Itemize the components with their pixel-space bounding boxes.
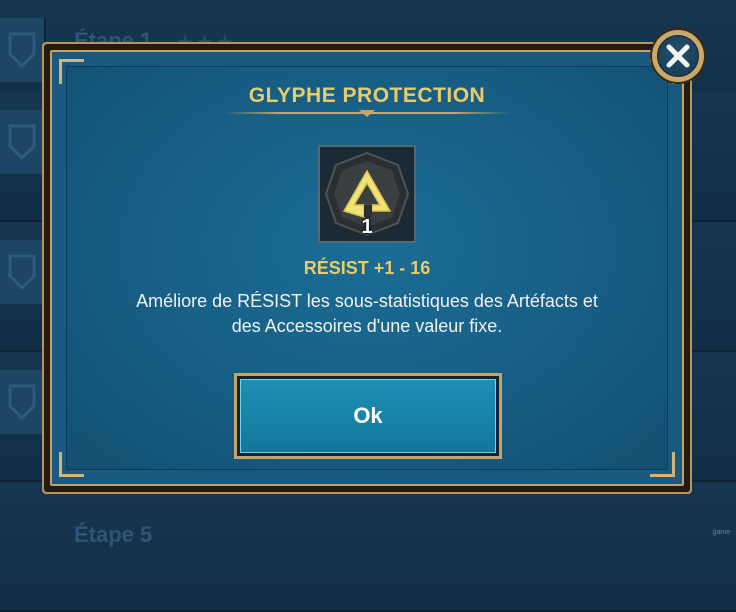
watermark: game [712,529,730,536]
corner-ornament [650,452,675,477]
ok-button[interactable]: Ok [240,379,496,453]
glyph-stat: RÉSIST +1 - 16 [303,258,431,278]
glyph-description: Améliore de RÉSIST les sous-statistiques… [87,289,647,339]
stage-shield-icon [0,240,46,304]
ok-button-frame: Ok [234,373,502,459]
stage-shield-icon [0,110,46,174]
stage-shield-icon [0,370,46,434]
glyph-count: 1 [361,216,373,238]
dialog-title: GLYPHE PROTECTION [248,84,486,107]
close-icon [666,44,690,68]
corner-ornament [59,59,84,84]
glyph-dialog: GLYPHE PROTECTION 1 RÉSIST +1 - 16 Améli… [42,42,692,494]
stage-shield-icon [0,18,46,82]
description-line: Améliore de RÉSIST les sous-statistiques… [136,291,598,311]
close-button[interactable] [652,30,704,82]
title-divider-notch [359,110,375,117]
description-line: des Accessoires d'une valeur fixe. [231,316,503,336]
ok-button-inset: Ok [237,376,499,456]
glyph-item[interactable]: 1 [318,145,416,243]
corner-ornament [59,452,84,477]
stage-bottom-label: Étape 5 [74,522,153,547]
